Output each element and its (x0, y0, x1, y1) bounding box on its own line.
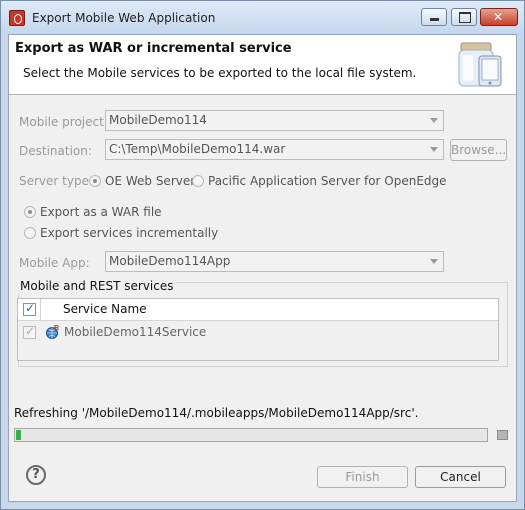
wizard-header: Export as WAR or incremental service Sel… (9, 35, 516, 95)
server-oe-label: OE Web Server (105, 174, 196, 188)
finish-button[interactable]: Finish (317, 466, 408, 488)
status-message: Refreshing '/MobileDemo114/.mobileapps/M… (14, 406, 419, 420)
help-button[interactable]: ? (26, 465, 46, 485)
service-globe-icon: R (46, 325, 59, 339)
column-header-service-name[interactable]: Service Name (63, 302, 147, 316)
service-name-cell: MobileDemo114Service (64, 325, 207, 339)
close-icon: ✕ (493, 10, 504, 24)
checkmark-icon: ✓ (25, 324, 36, 338)
select-all-checkbox[interactable]: ✓ (23, 301, 36, 316)
minimize-icon (430, 18, 439, 21)
services-table-header: ✓ Service Name (18, 299, 498, 321)
mobile-project-value: MobileDemo114 (109, 113, 207, 127)
destination-combo[interactable]: C:\Temp\MobileDemo114.war (105, 139, 444, 160)
close-button[interactable]: ✕ (480, 8, 518, 26)
minimize-button[interactable] (421, 8, 447, 26)
chevron-down-icon (430, 118, 438, 123)
title-bar[interactable]: Export Mobile Web Application ✕ (1, 1, 524, 35)
export-incremental-label: Export services incrementally (40, 226, 219, 240)
progress-bar-fill (16, 430, 21, 440)
chevron-down-icon (430, 147, 438, 152)
export-war-radio[interactable] (24, 206, 36, 218)
mobile-app-value: MobileDemo114App (109, 254, 231, 268)
export-incremental-radio[interactable] (24, 227, 36, 239)
mobile-app-combo[interactable]: MobileDemo114App (105, 251, 444, 272)
table-row[interactable]: ✓ R MobileDemo114Service (18, 321, 498, 343)
browse-button[interactable]: Browse... (450, 139, 507, 161)
server-pacific-radio[interactable] (192, 175, 204, 187)
destination-value: C:\Temp\MobileDemo114.war (109, 142, 286, 156)
export-dialog-window: Export Mobile Web Application ✕ Export a… (0, 0, 525, 510)
window-title: Export Mobile Web Application (32, 11, 216, 25)
maximize-button[interactable] (451, 8, 477, 26)
mobile-app-label: Mobile App: (19, 256, 90, 270)
stop-icon[interactable] (497, 430, 508, 440)
server-oe-radio[interactable] (89, 175, 101, 187)
page-description: Select the Mobile services to be exporte… (23, 66, 417, 80)
services-group-title: Mobile and REST services (18, 279, 176, 293)
dialog-client-area: Export as WAR or incremental service Sel… (8, 34, 517, 502)
row-checkbox[interactable]: ✓ (23, 324, 36, 339)
export-war-label: Export as a WAR file (40, 205, 162, 219)
mobile-project-label: Mobile project: (19, 115, 108, 129)
checkmark-icon: ✓ (25, 301, 36, 315)
cancel-button[interactable]: Cancel (415, 466, 506, 488)
server-type-label: Server type: (19, 174, 94, 188)
services-table[interactable]: ✓ Service Name ✓ R MobileDemo114Service (17, 298, 499, 361)
mobile-project-combo[interactable]: MobileDemo114 (105, 110, 444, 131)
app-logo-icon (9, 10, 25, 26)
progress-bar (14, 428, 488, 442)
svg-text:R: R (54, 325, 59, 332)
server-pacific-label: Pacific Application Server for OpenEdge (208, 174, 447, 188)
help-icon: ? (32, 467, 40, 482)
maximize-icon (459, 12, 471, 23)
page-title: Export as WAR or incremental service (15, 41, 292, 56)
column-divider (40, 299, 41, 320)
export-jar-icon (458, 42, 502, 87)
chevron-down-icon (430, 259, 438, 264)
destination-label: Destination: (19, 144, 92, 158)
